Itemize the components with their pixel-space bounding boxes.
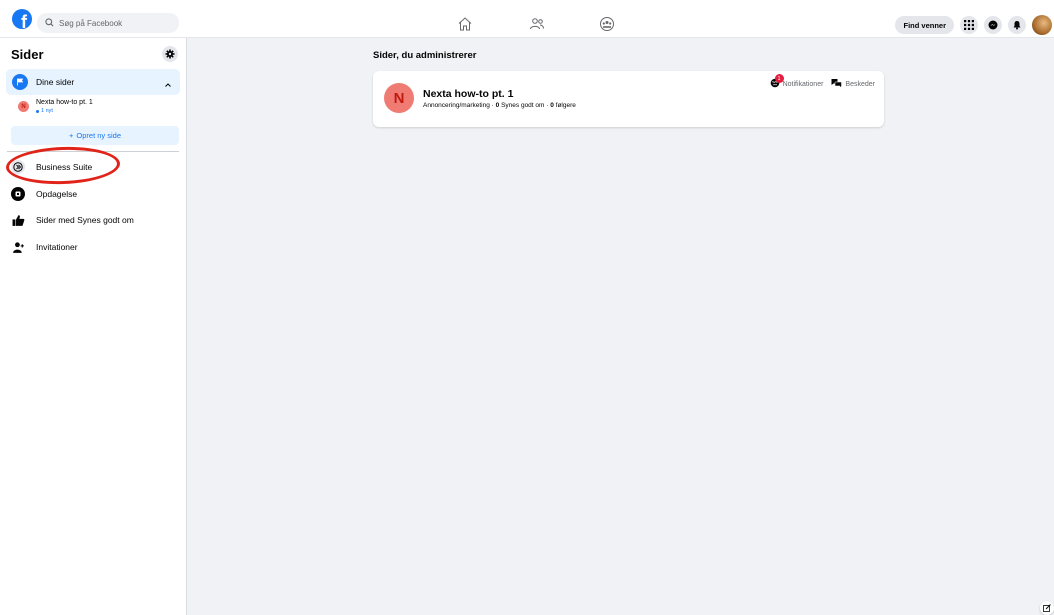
your-pages-section[interactable]: Dine sider <box>6 69 180 95</box>
sidebar-item-business-suite[interactable]: Business Suite <box>11 160 92 174</box>
menu-grid-icon[interactable] <box>960 16 978 34</box>
friends-icon[interactable] <box>527 14 547 34</box>
managed-page-card[interactable]: N Nexta how-to pt. 1 Annoncering/marketi… <box>373 71 884 127</box>
your-pages-label: Dine sider <box>36 77 75 87</box>
search-icon <box>45 17 54 29</box>
page-category: Annoncering/marketing <box>423 102 490 109</box>
notification-badge: 1 <box>774 74 784 83</box>
section-title: Sider, du administrerer <box>373 50 477 61</box>
messages-label: Beskeder <box>845 80 875 88</box>
thumbs-up-icon <box>11 213 25 227</box>
notifications-label: Notifikationer <box>782 80 824 88</box>
likes-label: Synes godt om <box>501 102 545 109</box>
divider <box>7 151 179 152</box>
chat-bubbles-icon <box>831 78 843 90</box>
home-icon[interactable] <box>455 14 475 34</box>
facebook-logo[interactable]: f <box>12 9 32 29</box>
sidebar-item-label: Invitationer <box>36 242 78 252</box>
create-page-label: Opret ny side <box>76 131 121 140</box>
page-name-link[interactable]: Nexta how-to pt. 1 <box>423 88 513 100</box>
card-actions: 1 Notifikationer Beskeder <box>770 74 875 90</box>
sidebar-title: Sider <box>11 47 44 62</box>
business-suite-icon <box>11 160 25 174</box>
profile-avatar[interactable] <box>1032 15 1052 35</box>
page-avatar: N <box>18 101 29 112</box>
notifications-button[interactable]: 1 Notifikationer <box>770 74 824 90</box>
sidebar-item-label: Opdagelse <box>36 189 78 199</box>
sidebar-item-invitations[interactable]: Invitationer <box>11 240 78 254</box>
messenger-icon[interactable] <box>984 16 1002 34</box>
sidebar-item-label: Business Suite <box>36 162 93 172</box>
sidebar-page-item[interactable]: N Nexta how-to pt. 1 1 nyt <box>18 99 93 114</box>
chevron-up-icon[interactable] <box>164 76 172 94</box>
notifications-icon[interactable] <box>1008 16 1026 34</box>
find-friends-button[interactable]: Find venner <box>895 16 954 34</box>
create-page-button[interactable]: + Opret ny side <box>11 126 179 145</box>
groups-icon[interactable] <box>597 14 617 34</box>
invite-icon <box>11 240 25 254</box>
sidebar-item-liked-pages[interactable]: Sider med Synes godt om <box>11 213 134 227</box>
page-avatar[interactable]: N <box>384 83 414 113</box>
likes-count: 0 <box>495 102 500 109</box>
messages-button[interactable]: Beskeder <box>831 78 875 90</box>
plus-icon: + <box>69 131 74 140</box>
page-meta: Annoncering/marketing · 0 Synes godt om … <box>423 102 576 109</box>
new-count-badge: 1 nyt <box>36 108 93 114</box>
settings-gear-icon[interactable] <box>162 46 178 62</box>
flag-icon <box>12 74 28 90</box>
discover-icon <box>11 187 25 201</box>
followers-count: 0 <box>550 102 554 109</box>
top-navigation-bar: f Find venner <box>0 0 1054 38</box>
search-box[interactable] <box>37 13 179 33</box>
search-input[interactable] <box>59 18 169 28</box>
sidebar-item-label: Sider med Synes godt om <box>36 215 134 225</box>
sidebar-item-discover[interactable]: Opdagelse <box>11 187 77 201</box>
followers-label: følgere <box>555 102 576 109</box>
page-name: Nexta how-to pt. 1 <box>36 99 93 106</box>
header-actions: Find venner <box>895 15 1052 35</box>
pages-sidebar: Sider Dine sider N Nexta how-to pt. 1 1 … <box>0 38 187 615</box>
compose-message-icon[interactable] <box>1040 601 1054 615</box>
